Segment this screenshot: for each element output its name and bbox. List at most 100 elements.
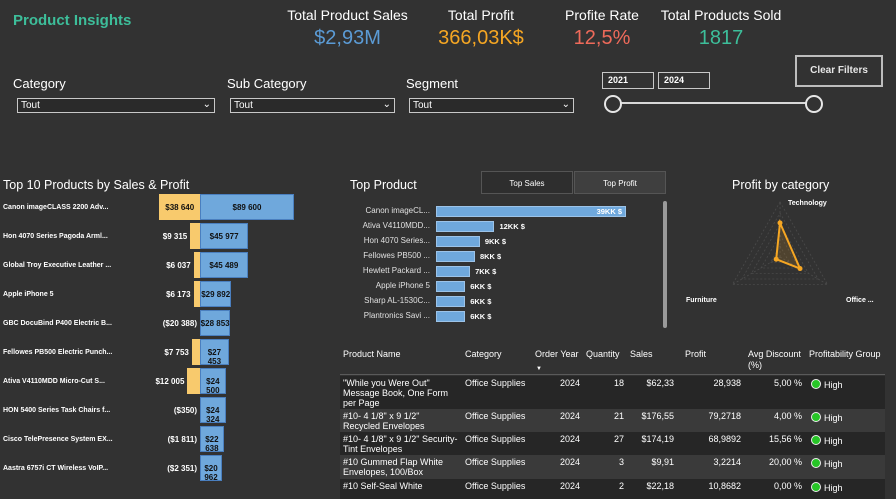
top10-profit-label: $6 173 — [166, 290, 191, 299]
top10-product-label: Canon imageCLASS 2200 Adv... — [3, 204, 109, 211]
top-product-value: 7KK $ — [475, 267, 497, 276]
table-row[interactable]: #10- 4 1/8" x 9 1/2" Security-Tint Envel… — [340, 432, 885, 455]
segment-dropdown[interactable]: Tout ⌄ — [409, 98, 574, 113]
sort-descending-icon: ▼ — [536, 366, 542, 372]
cell-order-year: 2024 — [559, 434, 580, 444]
top-product-value: 6KK $ — [470, 312, 492, 321]
table-row[interactable]: #10 Gummed Flap White Envelopes, 100/Box… — [340, 455, 885, 479]
year-end-input[interactable]: 2024 — [658, 72, 710, 89]
cell-quantity: 18 — [613, 378, 624, 388]
segment-dropdown-value: Tout — [413, 100, 432, 111]
cell-sales: $22,18 — [646, 481, 674, 491]
kpi-value: 1817 — [698, 27, 744, 49]
top-product-bar — [436, 266, 471, 277]
top10-product-label: Hon 4070 Series Pagoda Arml... — [3, 233, 108, 240]
top10-sales-label: $45 489 — [209, 261, 239, 270]
table-row[interactable]: #10- 4 1/8" x 9 1/2" Recycled Envelopes O… — [340, 409, 885, 432]
cell-category: Office Supplies — [465, 411, 526, 421]
year-slider-start-handle[interactable] — [604, 95, 622, 113]
column-header-category[interactable]: Category — [465, 349, 502, 359]
kpi-label: Total Products Sold — [660, 7, 782, 23]
table-header-divider — [340, 374, 885, 375]
radar-axis-label: Office ... — [846, 297, 874, 304]
top-product-scrollbar[interactable] — [663, 201, 667, 328]
cell-profit: 3,2214 — [713, 457, 741, 467]
tab-top-sales[interactable]: Top Sales — [481, 171, 573, 194]
column-header-avg-discount[interactable]: Avg Discount (%) — [748, 349, 808, 371]
cell-profitability-group: High — [811, 412, 843, 423]
column-header-profitability-group[interactable]: Profitability Group — [809, 349, 881, 359]
radar-axis-label: Technology — [788, 200, 827, 207]
top10-sales-label: $27 453 — [207, 348, 222, 366]
top-product-chart: Canon imageCL... 39KK $ Ativa V4110MDD... 1… — [340, 200, 660, 330]
cell-product-name: #10 Gummed Flap White Envelopes, 100/Box — [343, 457, 444, 477]
kpi-value: $2,93M — [314, 27, 381, 49]
profitability-group-label: High — [824, 436, 843, 446]
cell-sales: $174,19 — [641, 434, 674, 444]
tab-top-profit[interactable]: Top Profit — [574, 171, 666, 194]
top10-profit-bar — [187, 368, 200, 394]
column-header-profit[interactable]: Profit — [685, 349, 706, 359]
status-dot-icon — [811, 379, 821, 389]
kpi-value: 366,03K$ — [438, 27, 524, 49]
category-filter-label: Category — [13, 76, 66, 91]
top10-profit-label: ($2 351) — [167, 464, 197, 473]
cell-sales: $9,91 — [651, 457, 674, 467]
chevron-down-icon: ⌄ — [202, 99, 211, 110]
column-header-product-name[interactable]: Product Name — [343, 349, 401, 359]
top-product-value: 6KK $ — [470, 282, 492, 291]
kpi-profit-rate: Profite Rate 12,5% — [556, 7, 648, 50]
clear-filters-button[interactable]: Clear Filters — [795, 55, 883, 87]
kpi-total-profit: Total Profit 366,03K$ — [425, 7, 537, 50]
top10-profit-bar — [190, 223, 200, 249]
cell-category: Office Supplies — [465, 457, 526, 467]
cell-sales: $62,33 — [646, 378, 674, 388]
year-start-input[interactable]: 2021 — [602, 72, 654, 89]
top10-sales-label: $28 853 — [200, 319, 230, 328]
top10-sales-label: $20 962 — [204, 464, 218, 482]
cell-order-year: 2024 — [559, 411, 580, 421]
year-slider-track[interactable] — [612, 102, 814, 104]
sub-category-dropdown[interactable]: Tout ⌄ — [230, 98, 395, 113]
top10-profit-label: $7 753 — [164, 348, 189, 357]
category-dropdown[interactable]: Tout ⌄ — [17, 98, 215, 113]
top10-title: Top 10 Products by Sales & Profit — [3, 178, 190, 192]
top10-profit-label: ($20 388) — [162, 319, 197, 328]
profit-by-category-radar: Technology Office ... Furniture — [686, 200, 874, 304]
cell-quantity: 3 — [618, 457, 624, 467]
top10-profit-label: $9 315 — [162, 232, 188, 241]
chevron-down-icon: ⌄ — [561, 99, 570, 110]
top-product-bar — [436, 296, 466, 307]
top10-profit-label: $12 005 — [155, 377, 185, 386]
top-product-label: Fellowes PB500 ... — [363, 251, 430, 260]
top10-product-label: Cisco TelePresence System EX... — [3, 436, 113, 443]
cell-quantity: 2 — [618, 481, 624, 491]
top-product-bar — [436, 281, 466, 292]
cell-product-name: #10 Self-Seal White — [343, 481, 423, 491]
cell-profitability-group: High — [811, 435, 843, 446]
kpi-label: Total Product Sales — [287, 7, 408, 23]
cell-avg-discount: 0,00 % — [773, 481, 802, 491]
status-dot-icon — [811, 435, 821, 445]
column-header-quantity[interactable]: Quantity — [586, 349, 620, 359]
top10-sales-label: $22 638 — [205, 435, 219, 453]
column-header-sales[interactable]: Sales — [630, 349, 653, 359]
cell-profitability-group: High — [811, 482, 843, 493]
profitability-group-label: High — [824, 413, 843, 423]
kpi-products-sold: Total Products Sold 1817 — [655, 7, 787, 50]
cell-category: Office Supplies — [465, 434, 526, 444]
top10-sales-label: $45 977 — [209, 232, 239, 241]
top10-product-label: Fellowes PB500 Electric Punch... — [3, 349, 113, 356]
radar-point — [797, 266, 803, 272]
cell-avg-discount: 4,00 % — [773, 411, 802, 421]
top10-sales-label: $24 324 — [206, 406, 220, 424]
profitability-group-label: High — [824, 483, 843, 493]
top-product-value: 9KK $ — [484, 237, 507, 246]
top-product-title: Top Product — [350, 178, 417, 192]
top-product-bar — [436, 236, 480, 247]
column-header-order-year[interactable]: Order Year — [535, 349, 579, 359]
table-row[interactable]: "While you Were Out" Message Book, One F… — [340, 376, 885, 409]
table-row[interactable]: #10 Self-Seal White Office Supplies 2024 2 $… — [340, 479, 885, 499]
kpi-label: Profite Rate — [565, 7, 639, 23]
year-slider-end-handle[interactable] — [805, 95, 823, 113]
